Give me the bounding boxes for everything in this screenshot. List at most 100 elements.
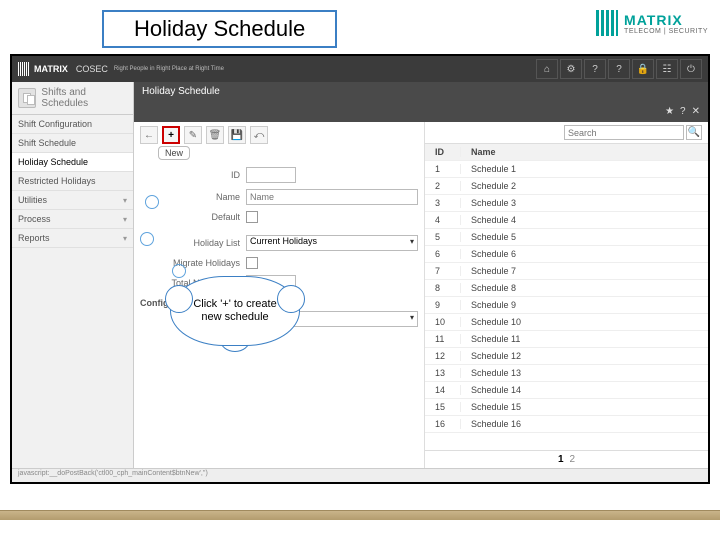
- schedules-icon: [18, 88, 36, 108]
- cell-id: 10: [425, 317, 461, 327]
- table-row[interactable]: 3Schedule 3: [425, 195, 708, 212]
- cell-id: 14: [425, 385, 461, 395]
- sidebar-item[interactable]: Restricted Holidays: [12, 172, 133, 191]
- holiday-list-label: Holiday List: [140, 238, 240, 248]
- power-icon[interactable]: ⏻: [680, 59, 702, 79]
- sidebar-item[interactable]: Reports▾: [12, 229, 133, 248]
- sidebar-item[interactable]: Process▾: [12, 210, 133, 229]
- star-icon[interactable]: ★: [665, 106, 674, 117]
- app-header: MATRIX COSEC Right People in Right Place…: [12, 56, 708, 82]
- search-icon[interactable]: 🔍: [686, 125, 702, 140]
- list-panel: 🔍 ID Name 1Schedule 12Schedule 23Schedul…: [424, 122, 708, 468]
- cell-name: Schedule 3: [461, 198, 708, 208]
- cell-id: 8: [425, 283, 461, 293]
- table-row[interactable]: 7Schedule 7: [425, 263, 708, 280]
- holiday-list-select[interactable]: Current Holidays: [246, 235, 418, 251]
- cell-name: Schedule 5: [461, 232, 708, 242]
- status-bar: javascript:__doPostBack('ctl00_cph_mainC…: [12, 468, 708, 482]
- cell-name: Schedule 6: [461, 249, 708, 259]
- list-toolbar: 🔍: [425, 122, 708, 144]
- table-row[interactable]: 8Schedule 8: [425, 280, 708, 297]
- cell-id: 1: [425, 164, 461, 174]
- sidebar-item[interactable]: Shift Schedule: [12, 134, 133, 153]
- sidebar: Shifts and Schedules Shift Configuration…: [12, 82, 134, 468]
- migrate-checkbox[interactable]: [246, 257, 258, 269]
- grid-icon[interactable]: ☷: [656, 59, 678, 79]
- cell-id: 2: [425, 181, 461, 191]
- brand-logo: MATRIX TELECOM | SECURITY: [596, 10, 708, 36]
- brand-subtitle: TELECOM | SECURITY: [624, 28, 708, 35]
- sidebar-head-label: Shifts and Schedules: [41, 87, 127, 109]
- sidebar-item[interactable]: Utilities▾: [12, 191, 133, 210]
- table-row[interactable]: 16Schedule 16: [425, 416, 708, 433]
- table-row[interactable]: 4Schedule 4: [425, 212, 708, 229]
- slide-title: Holiday Schedule: [102, 10, 337, 48]
- help-icon[interactable]: ?: [680, 106, 686, 117]
- app-logo-icon: [18, 62, 30, 76]
- question-icon[interactable]: ?: [608, 59, 630, 79]
- cell-name: Schedule 12: [461, 351, 708, 361]
- sidebar-item[interactable]: Shift Configuration: [12, 115, 133, 134]
- cell-name: Schedule 15: [461, 402, 708, 412]
- app-window: MATRIX COSEC Right People in Right Place…: [10, 54, 710, 484]
- name-field[interactable]: [246, 189, 418, 205]
- back-icon[interactable]: ←: [140, 126, 158, 144]
- default-label: Default: [140, 212, 240, 222]
- cell-id: 12: [425, 351, 461, 361]
- page-2[interactable]: 2: [570, 454, 576, 465]
- default-checkbox[interactable]: [246, 211, 258, 223]
- footer-strip: [0, 510, 720, 520]
- cell-id: 13: [425, 368, 461, 378]
- search-input[interactable]: [564, 125, 684, 140]
- table-row[interactable]: 14Schedule 14: [425, 382, 708, 399]
- cancel-icon[interactable]: ⤺: [250, 126, 268, 144]
- cell-id: 6: [425, 249, 461, 259]
- app-product: COSEC: [76, 64, 108, 74]
- cell-name: Schedule 8: [461, 283, 708, 293]
- panel-sub-toolbar: ★ ? ✕: [134, 100, 708, 122]
- sidebar-head: Shifts and Schedules: [12, 82, 133, 115]
- table-row[interactable]: 5Schedule 5: [425, 229, 708, 246]
- brand-name: MATRIX: [624, 12, 708, 28]
- save-icon[interactable]: 💾: [228, 126, 246, 144]
- cell-id: 5: [425, 232, 461, 242]
- schedule-table: ID Name 1Schedule 12Schedule 23Schedule …: [425, 144, 708, 450]
- cell-name: Schedule 7: [461, 266, 708, 276]
- chevron-down-icon: ▾: [123, 215, 127, 224]
- app-logo-text: MATRIX: [34, 64, 68, 74]
- table-row[interactable]: 6Schedule 6: [425, 246, 708, 263]
- help-icon[interactable]: ?: [584, 59, 606, 79]
- table-row[interactable]: 12Schedule 12: [425, 348, 708, 365]
- cell-id: 4: [425, 215, 461, 225]
- lock-icon[interactable]: 🔒: [632, 59, 654, 79]
- chevron-down-icon: ▾: [123, 196, 127, 205]
- col-name-header: Name: [461, 147, 708, 157]
- close-icon[interactable]: ✕: [692, 106, 700, 117]
- home-icon[interactable]: ⌂: [536, 59, 558, 79]
- cell-id: 3: [425, 198, 461, 208]
- new-tooltip: New: [158, 146, 190, 160]
- highlight-ring-icon: [145, 195, 159, 209]
- delete-icon[interactable]: 🗑: [206, 126, 224, 144]
- pager: 1 2: [425, 450, 708, 468]
- cell-name: Schedule 13: [461, 368, 708, 378]
- new-button[interactable]: +: [162, 126, 180, 144]
- gear-icon[interactable]: ⚙: [560, 59, 582, 79]
- table-row[interactable]: 10Schedule 10: [425, 314, 708, 331]
- table-row[interactable]: 11Schedule 11: [425, 331, 708, 348]
- cell-name: Schedule 11: [461, 334, 708, 344]
- edit-icon[interactable]: ✎: [184, 126, 202, 144]
- table-row[interactable]: 1Schedule 1: [425, 161, 708, 178]
- table-row[interactable]: 2Schedule 2: [425, 178, 708, 195]
- cell-id: 15: [425, 402, 461, 412]
- sidebar-item[interactable]: Holiday Schedule: [12, 153, 133, 172]
- table-row[interactable]: 9Schedule 9: [425, 297, 708, 314]
- highlight-ring-icon: [140, 232, 154, 246]
- table-row[interactable]: 15Schedule 15: [425, 399, 708, 416]
- cell-name: Schedule 14: [461, 385, 708, 395]
- table-row[interactable]: 13Schedule 13: [425, 365, 708, 382]
- id-field[interactable]: [246, 167, 296, 183]
- page-1[interactable]: 1: [558, 454, 564, 465]
- cell-name: Schedule 9: [461, 300, 708, 310]
- cell-name: Schedule 2: [461, 181, 708, 191]
